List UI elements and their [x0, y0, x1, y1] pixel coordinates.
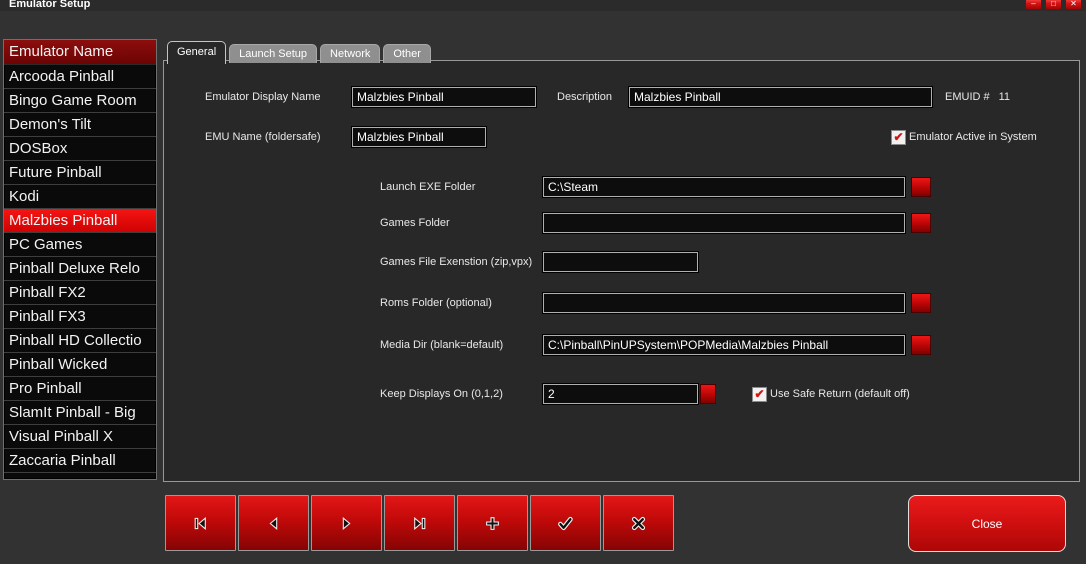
emulator-list-item[interactable]: Bingo Game Room: [4, 89, 156, 113]
media-dir-label: Media Dir (blank=default): [380, 339, 503, 351]
nav-post-button[interactable]: [530, 495, 601, 551]
launch-exe-folder-label: Launch EXE Folder: [380, 181, 475, 193]
emulator-list-item[interactable]: Demon's Tilt: [4, 113, 156, 137]
minimize-icon: –: [1031, 0, 1035, 8]
close-icon: ✕: [1070, 0, 1077, 8]
first-icon: [192, 515, 209, 532]
emulator-list-header: Emulator Name: [4, 40, 156, 65]
emulator-list-item[interactable]: Pinball HD Collectio: [4, 329, 156, 353]
keep-displays-input[interactable]: [543, 384, 698, 404]
emulator-active-label: Emulator Active in System: [909, 131, 1037, 143]
tab-network[interactable]: Network: [320, 44, 380, 63]
maximize-icon: □: [1051, 0, 1056, 8]
post-icon: [557, 515, 574, 532]
emulator-list-item[interactable]: Pinball Deluxe Relo: [4, 257, 156, 281]
minimize-button[interactable]: –: [1025, 0, 1042, 10]
roms-folder-browse-button[interactable]: [911, 293, 931, 313]
tab-bar: GeneralLaunch SetupNetworkOther: [167, 41, 431, 62]
description-input[interactable]: [629, 87, 932, 107]
nav-prior-button[interactable]: [238, 495, 309, 551]
emulator-list-item[interactable]: PC Games: [4, 233, 156, 257]
media-dir-input[interactable]: [543, 335, 905, 355]
emulator-list-item[interactable]: DOSBox: [4, 137, 156, 161]
emulator-list: Emulator NameArcooda PinballBingo Game R…: [3, 39, 157, 480]
emulator-list-item[interactable]: Kodi: [4, 185, 156, 209]
safe-return-checkbox[interactable]: ✔: [752, 387, 767, 402]
close-window-button[interactable]: ✕: [1065, 0, 1082, 10]
checkmark-icon: ✔: [893, 131, 903, 143]
nav-next-button[interactable]: [311, 495, 382, 551]
nav-cancel-button[interactable]: [603, 495, 674, 551]
games-folder-label: Games Folder: [380, 217, 450, 229]
emulator-list-item[interactable]: Pro Pinball: [4, 377, 156, 401]
maximize-button[interactable]: □: [1045, 0, 1062, 10]
keep-displays-button[interactable]: [700, 384, 716, 404]
emulator-display-name-input[interactable]: [352, 87, 536, 107]
emulator-list-item[interactable]: Arcooda Pinball: [4, 65, 156, 89]
safe-return-label: Use Safe Return (default off): [770, 388, 910, 400]
prior-icon: [265, 515, 282, 532]
close-button[interactable]: Close: [908, 495, 1066, 552]
nav-insert-button[interactable]: [457, 495, 528, 551]
next-icon: [338, 515, 355, 532]
emulator-list-item[interactable]: Pinball Wicked: [4, 353, 156, 377]
emulator-display-name-label: Emulator Display Name: [205, 91, 321, 103]
record-nav: [165, 495, 674, 551]
games-folder-input[interactable]: [543, 213, 905, 233]
nav-last-button[interactable]: [384, 495, 455, 551]
nav-first-button[interactable]: [165, 495, 236, 551]
emulator-list-item[interactable]: Malzbies Pinball: [4, 209, 156, 233]
keep-displays-label: Keep Displays On (0,1,2): [380, 388, 503, 400]
window-controls: – □ ✕: [1025, 0, 1082, 10]
emuid-value: 11: [999, 91, 1010, 103]
checkmark-icon: ✔: [754, 388, 764, 400]
description-label: Description: [557, 91, 612, 103]
window-title: Emulator Setup: [9, 0, 90, 10]
roms-folder-input[interactable]: [543, 293, 905, 313]
emulator-list-item[interactable]: Visual Pinball X: [4, 425, 156, 449]
emulator-list-item[interactable]: Pinball FX2: [4, 281, 156, 305]
games-folder-browse-button[interactable]: [911, 213, 931, 233]
emu-name-label: EMU Name (foldersafe): [205, 131, 321, 143]
emulator-list-item[interactable]: Pinball FX3: [4, 305, 156, 329]
media-dir-browse-button[interactable]: [911, 335, 931, 355]
emu-name-input[interactable]: [352, 127, 486, 147]
games-file-extension-label: Games File Exenstion (zip,vpx): [380, 256, 532, 268]
emulator-list-item[interactable]: Zaccaria Pinball: [4, 449, 156, 473]
emulator-setup-window: { "window": { "title": "Emulator Setup",…: [0, 0, 1086, 564]
games-file-extension-input[interactable]: [543, 252, 698, 272]
launch-exe-folder-input[interactable]: [543, 177, 905, 197]
launch-exe-browse-button[interactable]: [911, 177, 931, 197]
emuid-label: EMUID #: [945, 91, 990, 103]
tab-launch-setup[interactable]: Launch Setup: [229, 44, 317, 63]
tab-other[interactable]: Other: [383, 44, 431, 63]
emuid-field: EMUID # 11: [945, 91, 1010, 103]
insert-icon: [484, 515, 501, 532]
last-icon: [411, 515, 428, 532]
close-button-label: Close: [972, 517, 1003, 531]
emulator-list-item[interactable]: SlamIt Pinball - Big: [4, 401, 156, 425]
tab-general[interactable]: General: [167, 41, 226, 64]
roms-folder-label: Roms Folder (optional): [380, 297, 492, 309]
cancel-icon: [630, 515, 647, 532]
titlebar: Emulator Setup – □ ✕: [0, 0, 1086, 11]
emulator-list-item[interactable]: Future Pinball: [4, 161, 156, 185]
emulator-active-checkbox[interactable]: ✔: [891, 130, 906, 145]
